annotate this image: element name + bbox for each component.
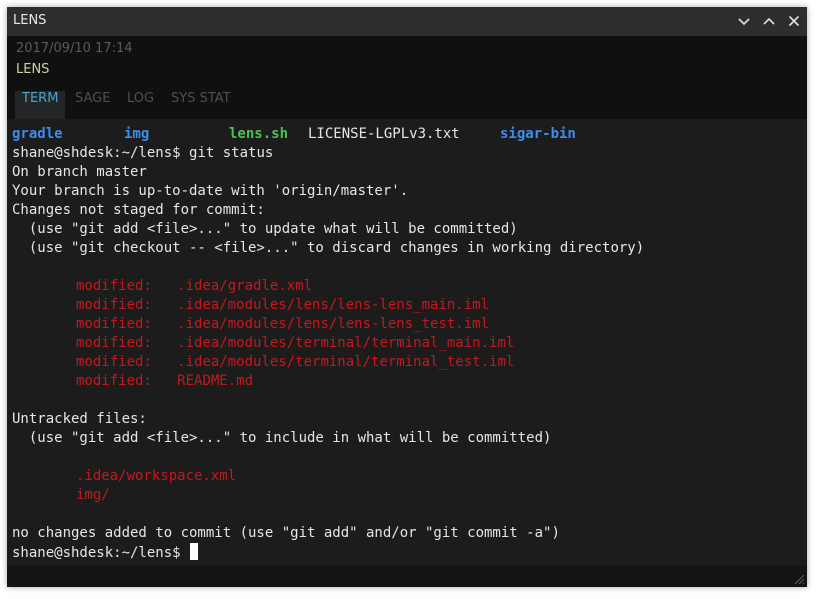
terminal-output[interactable]: gradle img lens.sh LICENSE-LGPLv3.txt si… xyxy=(7,119,807,566)
app-header: 2017/09/10 17:14 LENS TERM SAGE LOG SYS … xyxy=(7,36,807,119)
status-footer xyxy=(7,566,807,587)
untracked-file-line: .idea/workspace.xml xyxy=(76,468,237,484)
hint-checkout-line: (use "git checkout -- <file>..." to disc… xyxy=(12,240,645,256)
modified-label: modified: xyxy=(76,278,178,294)
modified-file-line: modified: .idea/modules/terminal/termina… xyxy=(76,334,514,353)
tab-log[interactable]: LOG xyxy=(127,91,154,119)
changes-header: Changes not staged for commit: xyxy=(12,202,265,218)
ls-output-line: gradle img lens.sh LICENSE-LGPLv3.txt si… xyxy=(12,125,792,144)
tab-sys-stat[interactable]: SYS STAT xyxy=(171,91,231,119)
close-button[interactable] xyxy=(786,13,802,29)
modified-file-line: modified: .idea/modules/lens/lens-lens_m… xyxy=(76,296,489,315)
modified-label: modified: xyxy=(76,297,178,313)
datetime-label: 2017/09/10 17:14 xyxy=(16,41,133,56)
minimize-button[interactable] xyxy=(736,13,752,29)
chevron-down-icon xyxy=(738,18,750,26)
untracked-header: Untracked files: xyxy=(12,411,147,427)
ls-item: LICENSE-LGPLv3.txt xyxy=(308,126,460,142)
modified-file-line: modified: .idea/modules/lens/lens-lens_t… xyxy=(76,315,489,334)
up-to-date-line: Your branch is up-to-date with 'origin/m… xyxy=(12,183,409,199)
ls-item: lens.sh xyxy=(229,126,289,142)
tab-sage[interactable]: SAGE xyxy=(75,91,110,119)
file-path: .idea/modules/terminal/terminal_main.iml xyxy=(177,335,515,351)
modified-label: modified: xyxy=(76,335,178,351)
file-path: .idea/modules/lens/lens-lens_test.iml xyxy=(177,316,490,332)
ls-item: gradle xyxy=(12,126,63,142)
prompt: shane@shdesk:~/lens$ xyxy=(12,145,190,161)
title-bar[interactable]: LENS xyxy=(7,7,807,36)
untracked-hint-line: (use "git add <file>..." to include in w… xyxy=(12,430,552,446)
active-prompt-line[interactable]: shane@shdesk:~/lens$ xyxy=(12,543,199,562)
prompt: shane@shdesk:~/lens$ xyxy=(12,545,190,561)
command-line: shane@shdesk:~/lens$ git status xyxy=(12,144,273,163)
file-path: .idea/gradle.xml xyxy=(177,278,313,294)
branch-line: On branch master xyxy=(12,164,147,180)
modified-label: modified: xyxy=(76,373,178,389)
file-path: .idea/modules/terminal/terminal_test.iml xyxy=(177,354,515,370)
untracked-file-line: img/ xyxy=(76,487,110,503)
file-path: .idea/modules/lens/lens-lens_main.iml xyxy=(177,297,490,313)
hint-add-line: (use "git add <file>..." to update what … xyxy=(12,221,518,237)
tab-term[interactable]: TERM xyxy=(15,91,66,119)
chevron-up-icon xyxy=(763,17,775,25)
maximize-button[interactable] xyxy=(761,13,777,29)
modified-file-line: modified: .idea/gradle.xml xyxy=(76,277,312,296)
modified-file-line: modified: README.md xyxy=(76,372,253,391)
resize-grip-icon[interactable] xyxy=(793,573,805,585)
modified-file-line: modified: .idea/modules/terminal/termina… xyxy=(76,353,514,372)
summary-line: no changes added to commit (use "git add… xyxy=(12,525,560,541)
terminal-window: LENS 2017/09/10 17:14 LENS TERM SAGE LOG… xyxy=(7,7,807,587)
close-icon xyxy=(788,15,800,27)
file-path: README.md xyxy=(177,373,254,389)
modified-label: modified: xyxy=(76,316,178,332)
command: git status xyxy=(189,145,274,161)
ls-item: sigar-bin xyxy=(500,126,576,142)
window-title: LENS xyxy=(13,13,47,28)
text-cursor xyxy=(190,543,199,560)
ls-item: img xyxy=(124,126,150,142)
modified-label: modified: xyxy=(76,354,178,370)
app-name-label: LENS xyxy=(16,62,50,77)
